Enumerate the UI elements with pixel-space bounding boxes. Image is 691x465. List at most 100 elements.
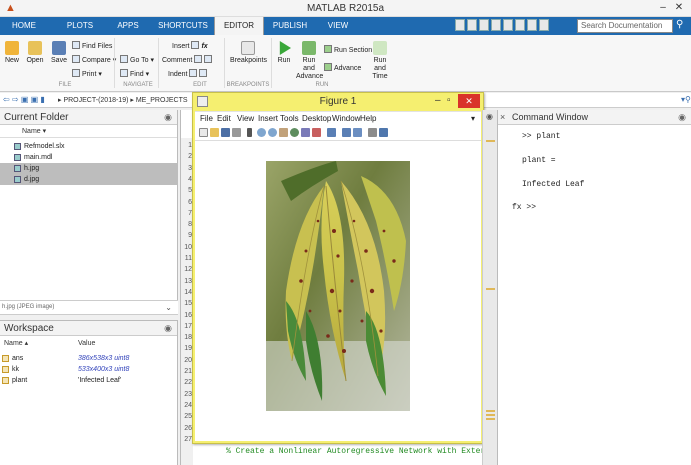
tab-editor[interactable]: EDITOR: [214, 17, 264, 35]
line-number[interactable]: 2: [180, 153, 192, 160]
print-button[interactable]: Print ▾: [72, 69, 102, 79]
line-number[interactable]: 21: [180, 368, 192, 375]
list-item[interactable]: h.jpg: [0, 163, 178, 174]
chevron-down-icon[interactable]: ⌄: [165, 303, 172, 312]
rotate-icon[interactable]: [290, 128, 299, 137]
line-number[interactable]: 13: [180, 278, 192, 285]
undo-icon[interactable]: [503, 19, 513, 31]
print-icon[interactable]: [232, 128, 241, 137]
figure-title-bar[interactable]: Figure 1 – ▫ ✕: [193, 93, 483, 111]
command-prompt[interactable]: fx >>: [512, 203, 536, 212]
value-column-header[interactable]: Value: [78, 338, 95, 350]
line-number[interactable]: 20: [180, 357, 192, 364]
panel-actions-icon[interactable]: ◉: [164, 323, 172, 334]
line-number[interactable]: 16: [180, 312, 192, 319]
brush-icon[interactable]: [312, 128, 321, 137]
indent-button[interactable]: Indent: [168, 69, 209, 79]
open-icon[interactable]: [210, 128, 219, 137]
copy-icon[interactable]: [479, 19, 489, 31]
line-number[interactable]: 11: [180, 255, 192, 262]
run-and-time-button[interactable]: Run and Time: [368, 41, 392, 81]
find-files-button[interactable]: Find Files: [72, 41, 112, 51]
menu-chevron-icon[interactable]: ▾: [471, 114, 475, 123]
line-number[interactable]: 27: [180, 436, 192, 443]
tab-view[interactable]: VIEW: [318, 17, 358, 35]
pointer-icon[interactable]: [247, 128, 252, 137]
line-number[interactable]: 22: [180, 379, 192, 386]
table-row[interactable]: kk 533x400x3 uint8: [0, 365, 178, 375]
run-button[interactable]: Run: [275, 41, 293, 65]
menu-item-view[interactable]: View: [237, 114, 254, 123]
list-item[interactable]: main.mdl: [0, 152, 178, 163]
compare-button[interactable]: Compare ▾: [72, 55, 116, 65]
cut-icon[interactable]: [467, 19, 477, 31]
line-number[interactable]: 3: [180, 165, 192, 172]
menu-item-edit[interactable]: Edit: [217, 114, 231, 123]
menu-item-tools[interactable]: Tools: [280, 114, 299, 123]
save-button[interactable]: Save: [49, 41, 69, 65]
line-number[interactable]: 15: [180, 300, 192, 307]
search-folder-icon[interactable]: ▾⚲: [681, 95, 691, 104]
command-window-panel[interactable]: Command Window × ◉ >> plant plant = Infe…: [497, 110, 691, 465]
tab-publish[interactable]: PUBLISH: [266, 17, 314, 35]
link-icon[interactable]: [327, 128, 336, 137]
line-number[interactable]: 12: [180, 266, 192, 273]
list-item[interactable]: d.jpg: [0, 174, 178, 185]
menu-item-help[interactable]: Help: [360, 114, 376, 123]
line-number[interactable]: 8: [180, 221, 192, 228]
line-number[interactable]: 26: [180, 425, 192, 432]
save-icon[interactable]: [221, 128, 230, 137]
details-bar[interactable]: h.jpg (JPEG image) ⌄: [0, 300, 178, 315]
save-icon[interactable]: [455, 19, 465, 31]
navigation-arrows-icon[interactable]: ⇦ ⇨ ▣ ▣ ▮: [3, 95, 45, 104]
search-input[interactable]: Search Documentation: [577, 19, 673, 33]
run-section-button[interactable]: Run Section: [324, 45, 372, 55]
zoom-out-icon[interactable]: [268, 128, 277, 137]
dock-separator[interactable]: ◉: [482, 110, 497, 465]
line-number[interactable]: 10: [180, 244, 192, 251]
table-row[interactable]: plant 'Infected Leaf': [0, 376, 178, 386]
line-number[interactable]: 17: [180, 323, 192, 330]
menu-item-window[interactable]: Window: [332, 114, 360, 123]
new-figure-icon[interactable]: [199, 128, 208, 137]
legend-icon[interactable]: [353, 128, 362, 137]
panel-actions-icon[interactable]: ◉: [678, 112, 686, 123]
insert-button[interactable]: Insert fx: [172, 41, 208, 51]
tab-shortcuts[interactable]: SHORTCUTS: [155, 17, 211, 35]
hide-plot-tools-icon[interactable]: [368, 128, 377, 137]
new-button[interactable]: New: [3, 41, 21, 65]
line-number[interactable]: 5: [180, 187, 192, 194]
colorbar-icon[interactable]: [342, 128, 351, 137]
switch-windows-icon[interactable]: [527, 19, 537, 31]
pan-icon[interactable]: [279, 128, 288, 137]
fx-icon[interactable]: fx: [201, 43, 207, 50]
close-icon[interactable]: ✕: [672, 1, 686, 15]
go-to-button[interactable]: Go To ▾: [120, 55, 154, 65]
menu-item-file[interactable]: File: [200, 114, 213, 123]
help-icon[interactable]: [539, 19, 549, 31]
paste-icon[interactable]: [491, 19, 501, 31]
close-icon[interactable]: ✕: [458, 94, 480, 108]
line-number[interactable]: 4: [180, 176, 192, 183]
run-and-advance-button[interactable]: Run and Advance: [296, 41, 323, 81]
advance-button[interactable]: Advance: [324, 63, 361, 73]
table-row[interactable]: ans 386x538x3 uint8: [0, 354, 178, 364]
maximize-icon[interactable]: ▫: [447, 95, 451, 106]
menu-item-insert[interactable]: Insert: [258, 114, 278, 123]
open-button[interactable]: Open: [25, 41, 45, 65]
name-column-header[interactable]: Name ▾: [0, 126, 177, 138]
line-number[interactable]: 23: [180, 391, 192, 398]
panel-actions-icon[interactable]: ◉: [164, 112, 172, 123]
menu-item-desktop[interactable]: Desktop: [302, 114, 331, 123]
line-number[interactable]: 14: [180, 289, 192, 296]
data-cursor-icon[interactable]: [301, 128, 310, 137]
current-path[interactable]: ▸ PROJECT-(2018-19) ▸ ME_PROJECTS: [58, 96, 188, 104]
tab-home[interactable]: HOME: [0, 17, 48, 35]
line-number[interactable]: 19: [180, 345, 192, 352]
comment-button[interactable]: Comment: [162, 55, 214, 65]
show-plot-tools-icon[interactable]: [379, 128, 388, 137]
minimize-icon[interactable]: –: [435, 95, 441, 106]
line-number[interactable]: 24: [180, 402, 192, 409]
line-number[interactable]: 7: [180, 210, 192, 217]
name-column-header[interactable]: Name ▴: [4, 338, 28, 350]
